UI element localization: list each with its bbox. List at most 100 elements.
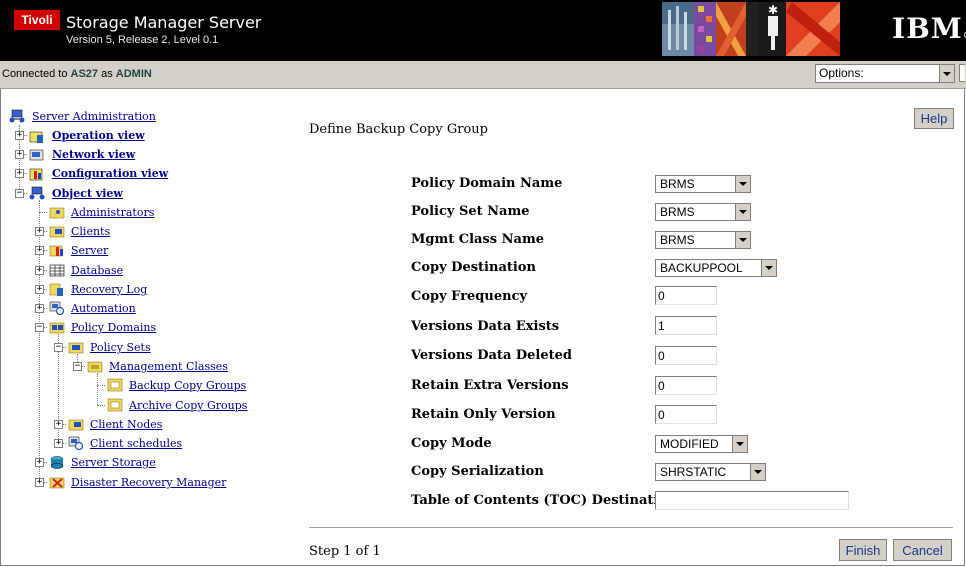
banner-collage-image: ✱ — [662, 2, 840, 56]
tree-item-disaster-recovery-manager[interactable]: Disaster Recovery Manager — [71, 476, 226, 489]
tree-item-automation[interactable]: Automation — [71, 302, 136, 315]
select-mgmt-class-name[interactable]: BRMS — [655, 231, 751, 249]
tree-item-object-view[interactable]: Object view — [52, 187, 123, 200]
step-indicator: Step 1 of 1 — [309, 544, 381, 559]
label-policy-set-name: Policy Set Name — [411, 204, 530, 219]
app-header: Tivoli Storage Manager Server Version 5,… — [0, 0, 966, 61]
tree-item-backup-copy-groups[interactable]: Backup Copy Groups — [129, 379, 246, 392]
collapse-object-view[interactable]: − — [15, 189, 24, 198]
select-policy-set-name[interactable]: BRMS — [655, 203, 751, 221]
help-button[interactable]: Help — [914, 108, 954, 129]
label-copy-destination: Copy Destination — [411, 260, 536, 275]
expand-server-storage[interactable]: + — [35, 458, 44, 467]
expand-client-schedules[interactable]: + — [54, 439, 63, 448]
tree-item-clients[interactable]: Clients — [71, 225, 110, 238]
tree-item-database[interactable]: Database — [71, 264, 123, 277]
label-copy-mode: Copy Mode — [411, 436, 492, 451]
select-policy-set-name-value: BRMS — [660, 205, 695, 219]
tree-item-server-administration[interactable]: Server Administration — [32, 110, 156, 123]
tree-item-policy-sets[interactable]: Policy Sets — [90, 341, 151, 354]
collapse-policy-domains[interactable]: − — [35, 323, 44, 332]
expand-network-view[interactable]: + — [15, 150, 24, 159]
input-toc-destination[interactable] — [655, 491, 849, 510]
chevron-down-icon[interactable] — [750, 464, 765, 480]
client-nodes-icon — [68, 419, 84, 431]
expand-disaster-recovery-manager[interactable]: + — [35, 478, 44, 487]
administrators-icon — [49, 207, 65, 219]
tree-item-client-schedules[interactable]: Client schedules — [90, 437, 182, 450]
tivoli-logo: Tivoli — [14, 10, 60, 30]
operation-view-icon — [29, 131, 43, 143]
chevron-down-icon[interactable] — [761, 260, 776, 276]
page-title: Define Backup Copy Group — [309, 122, 488, 137]
label-mgmt-class-name: Mgmt Class Name — [411, 232, 544, 247]
backup-copy-groups-icon — [107, 378, 123, 392]
ibm-logo: IBM® — [892, 12, 966, 45]
server-storage-icon — [50, 456, 64, 469]
select-policy-domain-name[interactable]: BRMS — [655, 175, 751, 193]
client-schedules-icon — [68, 436, 84, 450]
select-policy-domain-name-value: BRMS — [660, 177, 695, 191]
chevron-down-icon[interactable] — [939, 65, 954, 82]
chevron-down-icon[interactable] — [735, 232, 750, 248]
scrollbar-stub[interactable] — [959, 64, 965, 82]
options-dropdown[interactable]: Options: — [815, 64, 955, 83]
policy-sets-icon — [68, 342, 84, 354]
connection-status: Connected to AS27 as ADMIN — [2, 68, 152, 80]
chevron-down-icon[interactable] — [735, 204, 750, 220]
select-copy-mode[interactable]: MODIFIED — [655, 435, 748, 453]
expand-operation-view[interactable]: + — [15, 131, 24, 140]
app-title: Storage Manager Server — [66, 13, 262, 32]
tree-item-operation-view[interactable]: Operation view — [52, 129, 145, 142]
cancel-button[interactable]: Cancel — [893, 539, 952, 561]
input-retain-extra-versions[interactable]: 0 — [655, 376, 717, 395]
tree-item-network-view[interactable]: Network view — [52, 148, 135, 161]
tree-item-server-storage[interactable]: Server Storage — [71, 456, 156, 469]
expand-automation[interactable]: + — [35, 304, 44, 313]
expand-clients[interactable]: + — [35, 227, 44, 236]
server-icon — [49, 245, 63, 257]
input-copy-frequency[interactable]: 0 — [655, 286, 717, 305]
object-view-icon — [29, 186, 45, 200]
policy-domains-icon — [49, 322, 65, 334]
database-icon — [49, 264, 65, 277]
management-classes-icon — [87, 361, 103, 373]
label-toc-destination: Table of Contents (TOC) Destination — [411, 493, 677, 508]
expand-configuration-view[interactable]: + — [15, 169, 24, 178]
collapse-management-classes[interactable]: − — [73, 362, 82, 371]
input-retain-only-version[interactable]: 0 — [655, 405, 717, 424]
tree-item-administrators[interactable]: Administrators — [71, 206, 154, 219]
input-versions-data-deleted[interactable]: 0 — [655, 346, 717, 365]
disaster-recovery-icon — [49, 477, 65, 489]
expand-database[interactable]: + — [35, 266, 44, 275]
ibm-logo-text: IBM — [892, 12, 963, 45]
tree-item-archive-copy-groups[interactable]: Archive Copy Groups — [129, 399, 247, 412]
recovery-log-icon — [49, 283, 63, 296]
tree-item-server[interactable]: Server — [71, 244, 108, 257]
chevron-down-icon[interactable] — [735, 176, 750, 192]
chevron-down-icon[interactable] — [732, 436, 747, 452]
input-versions-data-exists[interactable]: 1 — [655, 316, 717, 335]
tree-item-configuration-view[interactable]: Configuration view — [52, 167, 168, 180]
svg-text:✱: ✱ — [768, 3, 778, 17]
label-versions-data-deleted: Versions Data Deleted — [411, 348, 573, 363]
content-area: Server Administration + Operation view +… — [0, 89, 965, 566]
app-version: Version 5, Release 2, Level 0.1 — [66, 34, 219, 46]
automation-icon — [49, 301, 65, 315]
label-retain-extra-versions: Retain Extra Versions — [411, 378, 569, 393]
tree-item-policy-domains[interactable]: Policy Domains — [71, 321, 156, 334]
tree-item-recovery-log[interactable]: Recovery Log — [71, 283, 147, 296]
archive-copy-groups-icon — [107, 398, 123, 412]
select-copy-serialization-value: SHRSTATIC — [660, 465, 727, 479]
select-copy-serialization[interactable]: SHRSTATIC — [655, 463, 766, 481]
expand-server[interactable]: + — [35, 246, 44, 255]
label-versions-data-exists: Versions Data Exists — [411, 319, 560, 334]
label-policy-domain-name: Policy Domain Name — [411, 176, 563, 191]
expand-client-nodes[interactable]: + — [54, 420, 63, 429]
collapse-policy-sets[interactable]: − — [54, 343, 63, 352]
tree-item-client-nodes[interactable]: Client Nodes — [90, 418, 162, 431]
finish-button[interactable]: Finish — [839, 539, 887, 561]
select-copy-destination[interactable]: BACKUPPOOL — [655, 259, 777, 277]
tree-item-management-classes[interactable]: Management Classes — [109, 360, 228, 373]
expand-recovery-log[interactable]: + — [35, 285, 44, 294]
